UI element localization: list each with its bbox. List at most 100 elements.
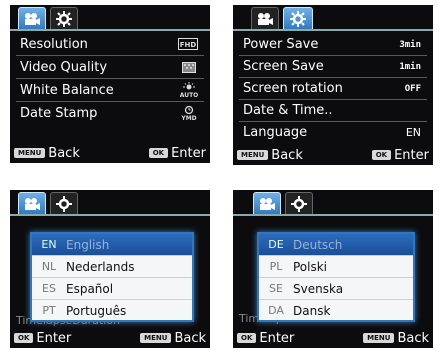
back-label: Back [397, 330, 429, 346]
screen-system-settings: Power Save 3min Screen Save 1min Screen … [233, 5, 433, 165]
ok-key-icon: OK [237, 333, 257, 343]
back-button[interactable]: MENU Back [14, 146, 80, 161]
quality-icon [182, 61, 204, 73]
ok-key-icon: OK [371, 150, 392, 160]
screen-language-popup-2: TimelapseDuration DE Deutsch PL Polski S… [233, 190, 433, 348]
ok-key-icon: OK [14, 333, 34, 343]
enter-button[interactable]: OK Enter [371, 147, 429, 163]
tab-settings[interactable] [285, 192, 313, 215]
video-camera-icon [23, 197, 41, 211]
language-option[interactable]: EN English [32, 234, 192, 256]
video-camera-icon [258, 197, 276, 211]
tab-settings[interactable] [50, 7, 78, 30]
gear-icon [290, 11, 306, 27]
menu-item-label: Language [243, 125, 308, 140]
menu-item-label: Screen Save [243, 59, 324, 74]
language-name: Deutsch [293, 237, 343, 252]
menu-item-label: Power Save [243, 37, 319, 52]
video-camera-icon [23, 12, 41, 26]
tab-video[interactable] [18, 7, 46, 30]
tab-video[interactable] [253, 192, 281, 215]
back-button[interactable]: MENU Back [363, 331, 429, 346]
language-popup: DE Deutsch PL Polski SE Svenska DA Dansk [257, 232, 415, 322]
enter-label: Enter [259, 330, 295, 346]
enter-label: Enter [36, 330, 72, 346]
menu-item-power-save[interactable]: Power Save 3min [239, 34, 427, 56]
language-option[interactable]: DE Deutsch [259, 234, 413, 256]
menu-list: Resolution FHD Video Quality White Balan… [16, 33, 204, 124]
footer-bar: OK Enter MENU Back [10, 328, 210, 348]
menu-item-label: Screen rotation [243, 81, 343, 96]
menu-key-icon: MENU [140, 333, 172, 343]
language-name: English [66, 237, 110, 252]
screen-language-popup-1: TimelapseDuration EN English NL Nederlan… [10, 190, 210, 348]
menu-item-label: Video Quality [20, 59, 108, 75]
back-button[interactable]: MENU Back [237, 148, 303, 163]
menu-item-video-quality[interactable]: Video Quality [16, 56, 204, 79]
ymd-icon: YMD [180, 105, 204, 121]
footer-bar: MENU Back OK Enter [233, 145, 433, 165]
back-label: Back [48, 145, 80, 161]
language-code: DE [268, 238, 284, 251]
language-option[interactable]: PL Polski [259, 256, 413, 278]
tab-settings[interactable] [283, 7, 313, 30]
svg-text:YMD: YMD [180, 115, 196, 121]
menu-item-screen-save[interactable]: Screen Save 1min [239, 56, 427, 78]
menu-item-screen-rotation[interactable]: Screen rotation OFF [239, 78, 427, 100]
language-option[interactable]: PT Português [32, 300, 192, 321]
menu-item-resolution[interactable]: Resolution FHD [16, 33, 204, 56]
enter-button[interactable]: OK Enter [237, 331, 294, 346]
svg-text:AUTO: AUTO [180, 92, 198, 98]
screen-video-settings: Resolution FHD Video Quality White Balan… [10, 5, 210, 163]
tab-video[interactable] [18, 192, 46, 215]
language-name: Português [66, 303, 127, 318]
language-name: Polski [293, 259, 328, 274]
menu-item-label: Date & Time.. [243, 103, 333, 118]
language-name: Nederlands [66, 259, 135, 274]
menu-item-white-balance[interactable]: White Balance AUTO [16, 79, 204, 102]
language-name: Español [66, 281, 114, 296]
back-label: Back [174, 330, 206, 346]
enter-label: Enter [171, 145, 206, 161]
back-button[interactable]: MENU Back [140, 331, 206, 346]
menu-list: Power Save 3min Screen Save 1min Screen … [239, 34, 427, 143]
language-name: Dansk [293, 303, 331, 318]
svg-text:FHD: FHD [180, 41, 197, 49]
menu-item-label: Resolution [20, 36, 88, 52]
language-code: NL [41, 260, 57, 273]
auto-wb-icon: AUTO [180, 82, 204, 98]
back-label: Back [271, 147, 303, 163]
language-option[interactable]: ES Español [32, 278, 192, 300]
tab-bar [10, 190, 210, 215]
language-code: PL [269, 260, 283, 273]
gear-icon [291, 196, 307, 212]
language-option[interactable]: SE Svenska [259, 278, 413, 300]
language-option[interactable]: NL Nederlands [32, 256, 192, 278]
tab-bar [10, 5, 210, 30]
menu-item-label: White Balance [20, 82, 114, 98]
menu-key-icon: MENU [363, 333, 395, 343]
tab-video[interactable] [251, 7, 279, 30]
tab-underline [10, 29, 210, 31]
menu-item-language[interactable]: Language EN [239, 122, 427, 143]
language-name: Svenska [293, 281, 344, 296]
tab-bar [233, 190, 433, 215]
menu-key-icon: MENU [237, 150, 269, 160]
tab-underline [233, 29, 433, 31]
tab-underline [233, 214, 433, 216]
enter-button[interactable]: OK Enter [148, 145, 206, 161]
menu-item-label: Date Stamp [20, 105, 98, 121]
language-option[interactable]: DA Dansk [259, 300, 413, 321]
ok-key-icon: OK [148, 148, 169, 158]
tab-underline [10, 214, 210, 216]
tab-settings[interactable] [50, 192, 78, 215]
menu-item-date-time[interactable]: Date & Time.. [239, 100, 427, 122]
footer-bar: MENU Back OK Enter [10, 143, 210, 163]
language-code: PT [42, 304, 56, 317]
menu-item-date-stamp[interactable]: Date Stamp YMD [16, 102, 204, 124]
enter-label: Enter [394, 147, 429, 163]
language-code: DA [268, 304, 284, 317]
enter-button[interactable]: OK Enter [14, 331, 71, 346]
fhd-icon: FHD [178, 38, 204, 50]
footer-bar: OK Enter MENU Back [233, 328, 433, 348]
